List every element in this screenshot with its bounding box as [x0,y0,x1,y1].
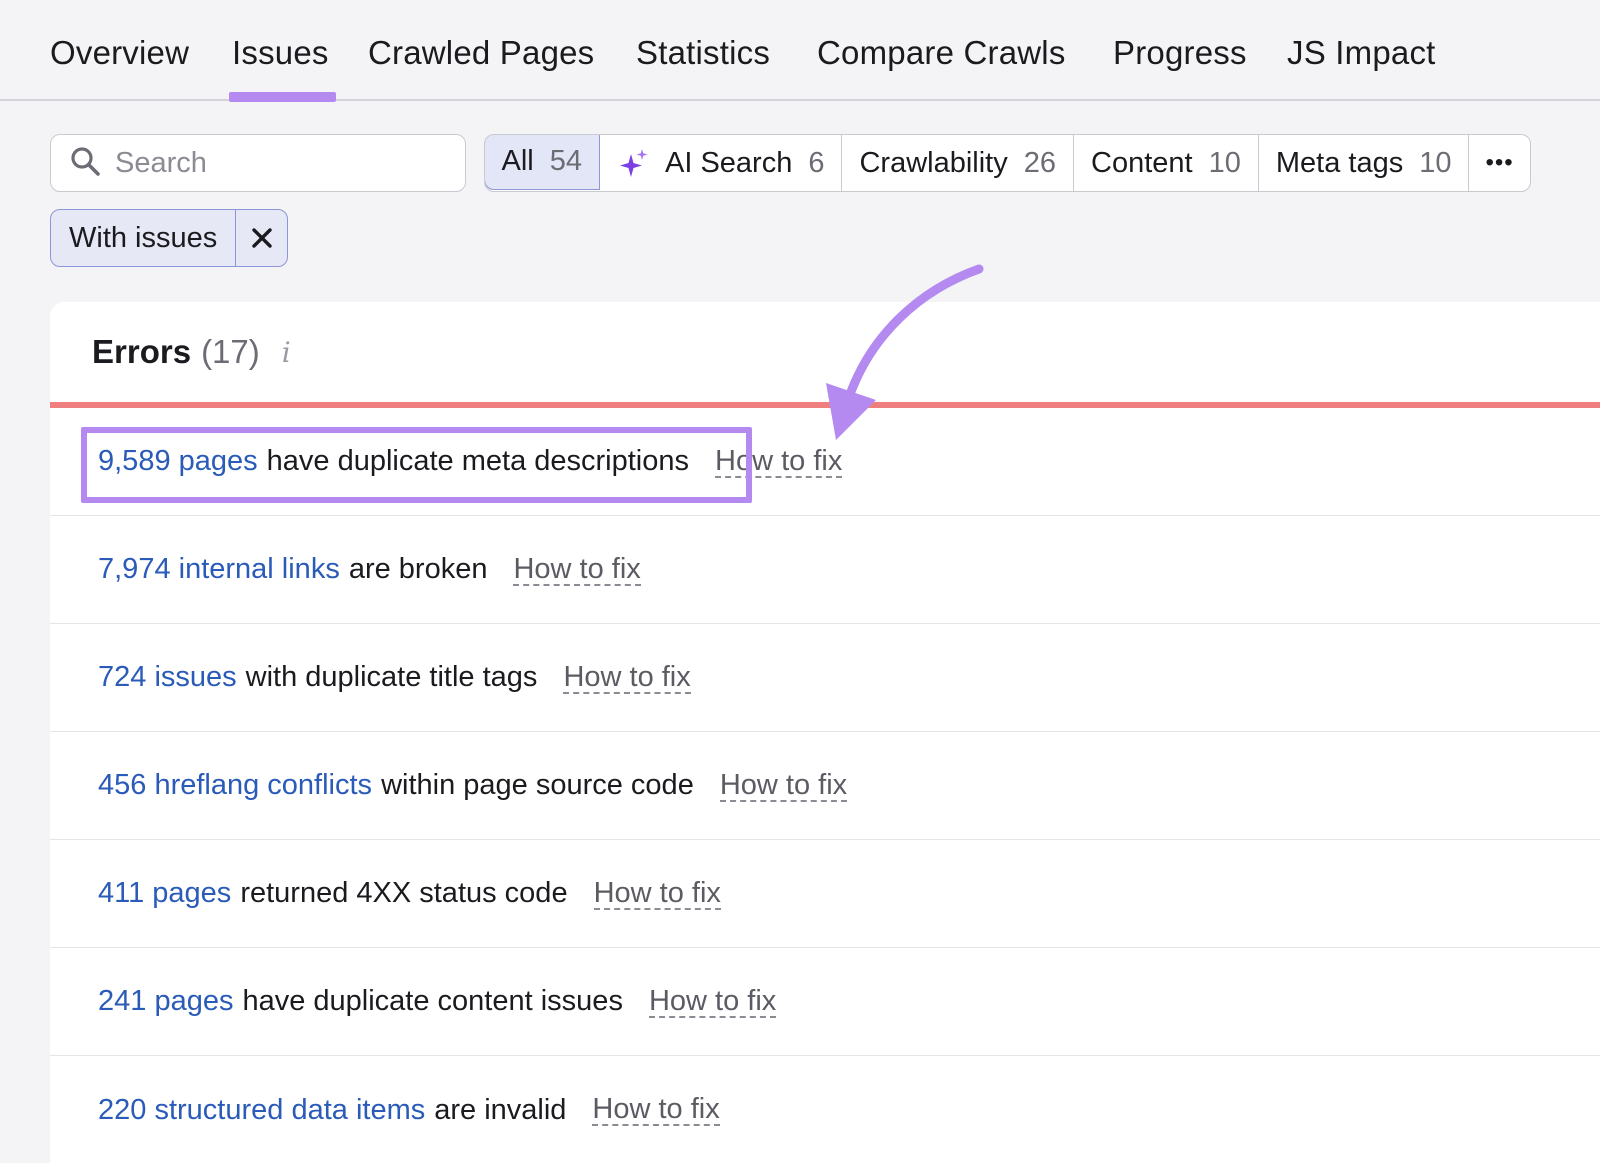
issue-tabs: Overview Issues Crawled Pages Statistics… [0,0,1600,102]
close-icon [252,228,272,248]
search-icon [69,145,101,182]
filter-ai-search[interactable]: AI Search 6 [600,135,843,191]
errors-count: (17) [201,333,260,370]
filter-count: 54 [549,145,582,177]
with-issues-chip: With issues [50,209,289,267]
tab-overview[interactable]: Overview [50,34,189,72]
filter-count: 10 [1419,146,1452,179]
filter-label: Crawlability [859,146,1008,179]
issue-link[interactable]: 9,589 pages [98,445,258,478]
how-to-fix-link[interactable]: How to fix [648,986,777,1018]
issue-link[interactable]: 241 pages [98,985,233,1018]
sparkle-icon [617,146,651,180]
errors-title: Errors [92,333,192,370]
how-to-fix-link[interactable]: How to fix [592,1094,720,1126]
filter-all[interactable]: All 54 [484,135,600,190]
filter-label: AI Search [665,146,793,179]
search-box[interactable] [50,134,466,192]
issue-row: 9,589 pages have duplicate meta descript… [50,408,1600,516]
filter-crawlability[interactable]: Crawlability 26 [842,135,1075,191]
more-filters-button[interactable]: ••• [1469,135,1529,191]
how-to-fix-link[interactable]: How to fix [719,770,848,802]
tab-progress[interactable]: Progress [1113,34,1247,72]
filter-count: 10 [1208,146,1241,179]
issue-text: are invalid [434,1093,567,1126]
errors-card: Errors (17) i 9,589 pages have duplicate… [50,302,1600,1163]
errors-header: Errors (17) i [50,302,1600,408]
issue-row: 411 pages returned 4XX status code How t… [50,840,1600,948]
issue-row: 724 issues with duplicate title tags How… [50,624,1600,732]
filter-count: 6 [808,146,825,179]
search-input[interactable] [115,146,445,180]
tab-issues[interactable]: Issues [229,34,336,102]
more-icon: ••• [1485,149,1514,176]
filter-count: 26 [1023,146,1057,179]
tab-statistics[interactable]: Statistics [636,34,770,72]
filter-label: All [501,145,534,177]
info-icon[interactable]: i [282,336,291,369]
tab-compare-crawls[interactable]: Compare Crawls [817,34,1066,72]
issue-link[interactable]: 7,974 internal links [98,553,340,586]
issue-row: 220 structured data items are invalid Ho… [50,1056,1600,1163]
issue-text: within page source code [381,769,694,801]
tab-js-impact[interactable]: JS Impact [1287,34,1436,72]
filter-label: Meta tags [1275,146,1404,179]
how-to-fix-link[interactable]: How to fix [593,878,721,910]
issue-text: are broken [348,553,488,585]
filter-content[interactable]: Content 10 [1074,135,1259,191]
issue-text: returned 4XX status code [240,877,568,909]
issue-link[interactable]: 220 structured data items [98,1094,425,1127]
issue-text: have duplicate meta descriptions [266,445,690,477]
issue-link[interactable]: 456 hreflang conflicts [98,769,372,802]
issue-row: 456 hreflang conflicts within page sourc… [50,732,1600,840]
remove-filter-button[interactable] [235,210,287,266]
how-to-fix-link[interactable]: How to fix [715,446,843,478]
how-to-fix-link[interactable]: How to fix [563,662,691,694]
filter-meta-tags[interactable]: Meta tags 10 [1259,135,1470,191]
issue-row: 241 pages have duplicate content issues … [50,948,1600,1056]
how-to-fix-link[interactable]: How to fix [513,554,641,586]
issue-link[interactable]: 411 pages [98,877,231,910]
issue-link[interactable]: 724 issues [98,661,237,694]
chip-label: With issues [69,221,218,254]
category-filter: All 54 AI Search 6 Crawlability 26 Content 1… [484,134,1531,192]
issue-text: have duplicate content issues [242,985,623,1017]
tab-crawled-pages[interactable]: Crawled Pages [368,34,594,72]
filter-label: Content [1091,146,1193,179]
issue-row: 7,974 internal links are broken How to f… [50,516,1600,624]
issue-text: with duplicate title tags [245,661,538,693]
